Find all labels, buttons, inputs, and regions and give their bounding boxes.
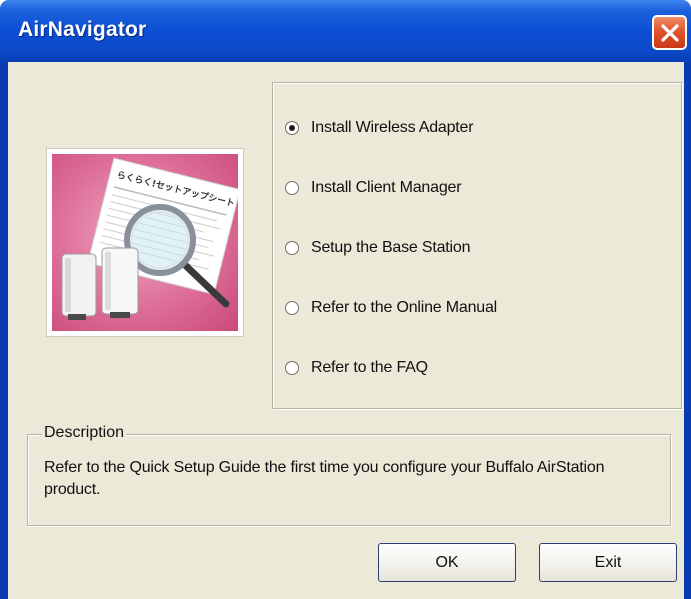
option-install-client-manager[interactable]: Install Client Manager — [285, 175, 462, 201]
option-label: Install Wireless Adapter — [311, 119, 474, 136]
exit-button[interactable]: Exit — [539, 543, 677, 582]
radio-button[interactable] — [285, 121, 299, 135]
setup-sheet-magnifier-icon: らくらく!セットアップシート — [61, 157, 238, 320]
description-text: Refer to the Quick Setup Guide the first… — [44, 459, 605, 498]
ok-button[interactable]: OK — [378, 543, 516, 582]
setup-illustration: らくらく!セットアップシート — [46, 148, 244, 337]
radio-button[interactable] — [285, 181, 299, 195]
airnavigator-window: AirNavigator らくらく!セットアップシート Install Wire… — [0, 0, 691, 599]
title-bar[interactable]: AirNavigator — [0, 0, 691, 62]
option-faq[interactable]: Refer to the FAQ — [285, 355, 428, 381]
close-button[interactable] — [652, 15, 687, 50]
option-label: Refer to the FAQ — [311, 359, 428, 376]
illustration-artwork: らくらく!セットアップシート — [52, 154, 238, 331]
radio-button[interactable] — [285, 241, 299, 255]
option-label: Refer to the Online Manual — [311, 299, 498, 316]
dialog-body: らくらく!セットアップシート Install Wireless Adapter … — [8, 62, 684, 599]
option-install-wireless-adapter[interactable]: Install Wireless Adapter — [285, 115, 474, 141]
radio-selected-dot — [289, 125, 295, 131]
description-legend: Description — [42, 424, 127, 442]
close-icon — [660, 23, 679, 42]
option-label: Install Client Manager — [311, 179, 462, 196]
description-group: Description Refer to the Quick Setup Gui… — [27, 424, 671, 526]
setup-options-group: Install Wireless Adapter Install Client … — [272, 82, 682, 409]
option-setup-base-station[interactable]: Setup the Base Station — [285, 235, 470, 261]
option-label: Setup the Base Station — [311, 239, 471, 256]
option-online-manual[interactable]: Refer to the Online Manual — [285, 295, 497, 321]
window-title: AirNavigator — [18, 18, 147, 41]
radio-button[interactable] — [285, 301, 299, 315]
radio-button[interactable] — [285, 361, 299, 375]
